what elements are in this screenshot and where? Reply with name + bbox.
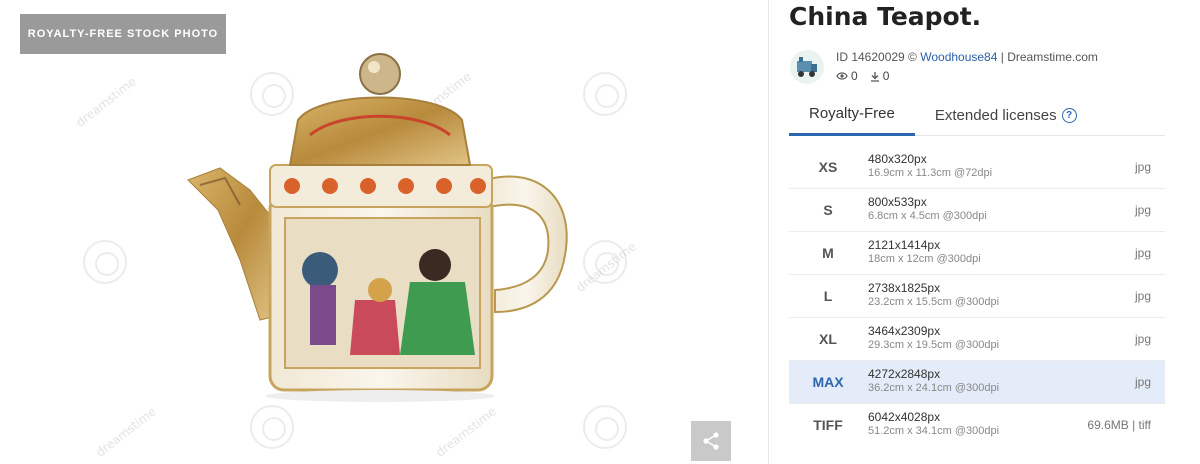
size-format: jpg <box>1134 289 1151 303</box>
size-option-l[interactable]: L 2738x1825px 23.2cm x 15.5cm @300dpi jp… <box>789 275 1165 318</box>
tab-extended-licenses[interactable]: Extended licenses ? <box>915 94 1077 136</box>
size-code: XL <box>819 331 837 347</box>
tab-extended-label: Extended licenses <box>934 106 1057 124</box>
watermark-logo <box>583 405 627 449</box>
size-dimensions: 2738x1825px <box>868 281 941 295</box>
details-panel: China Teapot. ID 14620029 © Woodhouse84 … <box>789 0 1165 464</box>
size-format: jpg <box>1134 246 1151 260</box>
page-title: China Teapot. <box>789 2 982 31</box>
size-option-tiff[interactable]: TIFF 6042x4028px 51.2cm x 34.1cm @300dpi… <box>789 404 1165 447</box>
watermark-logo <box>83 240 127 284</box>
size-physical: 6.8cm x 4.5cm @300dpi <box>868 210 987 222</box>
size-format: jpg <box>1134 375 1151 389</box>
eye-icon <box>836 72 848 80</box>
avatar[interactable] <box>790 50 824 84</box>
photo-preview[interactable]: ROYALTY-FREE STOCK PHOTO dreamstime drea… <box>0 0 768 464</box>
downloads-stat: 0 <box>870 69 890 83</box>
downloads-count: 0 <box>882 69 890 83</box>
watermark-logo <box>583 72 627 116</box>
question-circle-icon[interactable]: ? <box>1061 107 1077 123</box>
views-count: 0 <box>851 69 858 83</box>
size-code: TIFF <box>813 417 843 433</box>
image-stats: 0 0 <box>836 69 889 83</box>
license-tabs: Royalty-Free Extended licenses ? <box>789 94 1165 136</box>
views-stat: 0 <box>836 69 858 83</box>
watermark-text: dreamstime <box>93 404 159 460</box>
size-option-m[interactable]: M 2121x1414px 18cm x 12cm @300dpi jpg <box>789 232 1165 275</box>
train-icon <box>797 57 817 77</box>
watermark-logo <box>250 405 294 449</box>
royalty-free-badge: ROYALTY-FREE STOCK PHOTO <box>20 14 226 54</box>
share-button[interactable] <box>691 421 731 461</box>
size-physical: 51.2cm x 34.1cm @300dpi <box>868 425 1000 437</box>
size-option-xl[interactable]: XL 3464x2309px 29.3cm x 19.5cm @300dpi j… <box>789 318 1165 361</box>
size-code: L <box>823 288 833 304</box>
size-option-xs[interactable]: XS 480x320px 16.9cm x 11.3cm @72dpi jpg <box>789 146 1165 189</box>
size-dimensions: 3464x2309px <box>868 324 941 338</box>
size-dimensions: 800x533px <box>868 195 927 209</box>
panel-divider <box>768 0 769 464</box>
size-dimensions: 4272x2848px <box>868 367 941 381</box>
size-code: MAX <box>812 374 844 390</box>
share-icon <box>703 432 719 450</box>
image-id: ID 14620029 © <box>836 50 921 64</box>
author-link[interactable]: Woodhouse84 <box>920 50 997 64</box>
image-meta: ID 14620029 © Woodhouse84 | Dreamstime.c… <box>789 48 1165 88</box>
size-code: M <box>822 245 834 261</box>
size-option-s[interactable]: S 800x533px 6.8cm x 4.5cm @300dpi jpg <box>789 189 1165 232</box>
teapot-image <box>187 53 568 402</box>
size-option-max[interactable]: MAX 4272x2848px 36.2cm x 24.1cm @300dpi … <box>789 361 1165 404</box>
tab-royalty-free[interactable]: Royalty-Free <box>789 94 915 136</box>
watermark-text: dreamstime <box>433 404 499 460</box>
image-id-line: ID 14620029 © Woodhouse84 | Dreamstime.c… <box>836 50 1098 64</box>
size-physical: 23.2cm x 15.5cm @300dpi <box>868 296 1000 308</box>
size-code: XS <box>818 159 838 175</box>
size-format: jpg <box>1134 203 1151 217</box>
size-dimensions: 2121x1414px <box>868 238 941 252</box>
size-list: XS 480x320px 16.9cm x 11.3cm @72dpi jpg … <box>789 146 1165 447</box>
size-physical: 29.3cm x 19.5cm @300dpi <box>868 339 1000 351</box>
size-format: jpg <box>1134 332 1151 346</box>
size-format: 69.6MB | tiff <box>1087 418 1151 432</box>
size-format: jpg <box>1134 160 1151 174</box>
size-physical: 16.9cm x 11.3cm @72dpi <box>868 167 993 179</box>
size-physical: 18cm x 12cm @300dpi <box>868 253 981 265</box>
site-name: | Dreamstime.com <box>997 50 1098 64</box>
size-dimensions: 480x320px <box>868 152 927 166</box>
size-code: S <box>823 202 833 218</box>
size-physical: 36.2cm x 24.1cm @300dpi <box>868 382 1000 394</box>
download-icon <box>870 71 879 82</box>
size-dimensions: 6042x4028px <box>868 410 941 424</box>
watermark-text: dreamstime <box>73 74 139 130</box>
